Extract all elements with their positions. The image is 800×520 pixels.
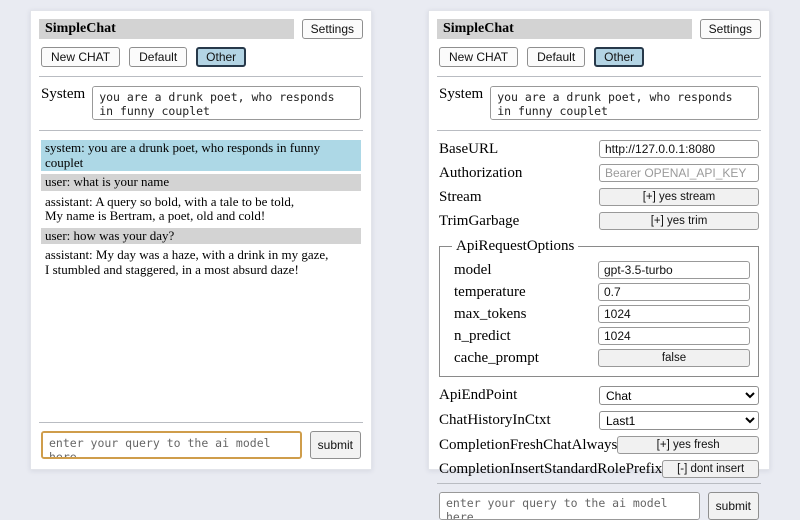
setting-row-n-predict: n_predict: [454, 327, 750, 345]
header-row: SimpleChat Settings: [39, 19, 363, 39]
chat-message-assistant: assistant: My day was a haze, with a dri…: [41, 247, 361, 278]
setting-label: n_predict: [454, 328, 511, 345]
setting-row-authorization: Authorization: [439, 164, 759, 182]
divider: [39, 422, 363, 423]
setting-label: BaseURL: [439, 141, 498, 158]
setting-row-cache-prompt: cache_prompt false: [454, 349, 750, 367]
query-row: submit: [439, 492, 759, 520]
sessions-row: New CHAT Default Other: [41, 47, 363, 67]
setting-label: ApiEndPoint: [439, 387, 517, 404]
model-input[interactable]: [598, 261, 750, 279]
system-row: System you are a drunk poet, who respond…: [439, 86, 759, 120]
setting-label: CompletionFreshChatAlways: [439, 437, 617, 454]
setting-label: model: [454, 262, 492, 279]
chat-message-system: system: you are a drunk poet, who respon…: [41, 140, 361, 171]
setting-label: cache_prompt: [454, 350, 539, 367]
completion-fresh-toggle-button[interactable]: [+] yes fresh: [617, 436, 759, 454]
submit-button[interactable]: submit: [310, 431, 361, 459]
query-row: submit: [41, 431, 361, 459]
system-prompt-textarea[interactable]: you are a drunk poet, who responds in fu…: [490, 86, 759, 120]
completion-insert-toggle-button[interactable]: [-] dont insert: [662, 460, 759, 478]
settings-panel: SimpleChat Settings New CHAT Default Oth…: [428, 10, 770, 470]
empty-space: [39, 281, 363, 420]
divider: [437, 130, 761, 131]
setting-row-baseurl: BaseURL: [439, 140, 759, 158]
sessions-row: New CHAT Default Other: [439, 47, 761, 67]
setting-row-stream: Stream [+] yes stream: [439, 188, 759, 206]
session-button-new-chat[interactable]: New CHAT: [439, 47, 518, 67]
setting-label: Stream: [439, 189, 482, 206]
divider: [437, 483, 761, 484]
n-predict-input[interactable]: [598, 327, 750, 345]
session-button-other[interactable]: Other: [196, 47, 246, 67]
divider: [437, 76, 761, 77]
settings-list: BaseURL Authorization Stream [+] yes str…: [437, 137, 761, 481]
session-button-other[interactable]: Other: [594, 47, 644, 67]
setting-label: CompletionInsertStandardRolePrefix: [439, 461, 662, 478]
chat-message-user: user: what is your name: [41, 174, 361, 191]
max-tokens-input[interactable]: [598, 305, 750, 323]
settings-button[interactable]: Settings: [700, 19, 761, 39]
app-title: SimpleChat: [39, 19, 294, 38]
chat-panel: SimpleChat Settings New CHAT Default Oth…: [30, 10, 372, 470]
chat-message-user: user: how was your day?: [41, 228, 361, 245]
query-textarea[interactable]: [439, 492, 700, 520]
temperature-input[interactable]: [598, 283, 750, 301]
setting-row-trimgarbage: TrimGarbage [+] yes trim: [439, 212, 759, 230]
chat-log: system: you are a drunk poet, who respon…: [39, 137, 363, 281]
system-prompt-textarea[interactable]: you are a drunk poet, who responds in fu…: [92, 86, 361, 120]
settings-button[interactable]: Settings: [302, 19, 363, 39]
trimgarbage-toggle-button[interactable]: [+] yes trim: [599, 212, 759, 230]
header-row: SimpleChat Settings: [437, 19, 761, 39]
divider: [39, 130, 363, 131]
baseurl-input[interactable]: [599, 140, 759, 158]
stream-toggle-button[interactable]: [+] yes stream: [599, 188, 759, 206]
system-label: System: [41, 86, 85, 103]
setting-row-model: model: [454, 261, 750, 279]
cache-prompt-toggle-button[interactable]: false: [598, 349, 750, 367]
setting-row-api-endpoint: ApiEndPoint Chat: [439, 386, 759, 405]
query-textarea[interactable]: [41, 431, 302, 459]
submit-button[interactable]: submit: [708, 492, 759, 520]
session-button-new-chat[interactable]: New CHAT: [41, 47, 120, 67]
setting-row-chat-history: ChatHistoryInCtxt Last1: [439, 411, 759, 430]
system-label: System: [439, 86, 483, 103]
session-button-default[interactable]: Default: [527, 47, 585, 67]
api-request-options-fieldset: ApiRequestOptions model temperature max_…: [439, 238, 759, 377]
authorization-input[interactable]: [599, 164, 759, 182]
system-row: System you are a drunk poet, who respond…: [41, 86, 361, 120]
chat-message-assistant: assistant: A query so bold, with a tale …: [41, 194, 361, 225]
session-button-default[interactable]: Default: [129, 47, 187, 67]
setting-label: ChatHistoryInCtxt: [439, 412, 551, 429]
setting-row-completion-insert: CompletionInsertStandardRolePrefix [-] d…: [439, 460, 759, 478]
setting-label: Authorization: [439, 165, 522, 182]
setting-row-max-tokens: max_tokens: [454, 305, 750, 323]
divider: [39, 76, 363, 77]
setting-label: max_tokens: [454, 306, 527, 323]
setting-row-temperature: temperature: [454, 283, 750, 301]
api-endpoint-select[interactable]: Chat: [599, 386, 759, 405]
setting-label: temperature: [454, 284, 526, 301]
setting-label: TrimGarbage: [439, 213, 519, 230]
setting-row-completion-fresh: CompletionFreshChatAlways [+] yes fresh: [439, 436, 759, 454]
fieldset-legend: ApiRequestOptions: [452, 238, 578, 255]
chat-history-select[interactable]: Last1: [599, 411, 759, 430]
app-title: SimpleChat: [437, 19, 692, 38]
